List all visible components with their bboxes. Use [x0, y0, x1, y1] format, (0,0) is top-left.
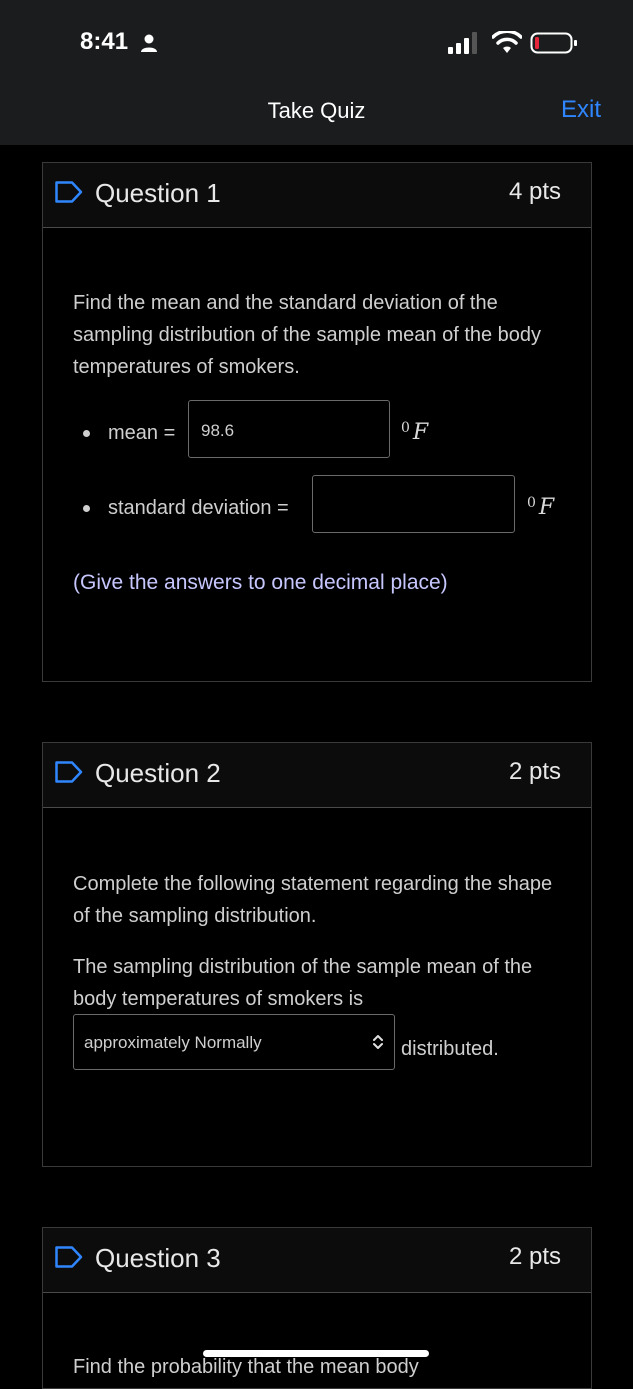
flag-question-icon[interactable]	[55, 761, 83, 783]
question-points: 2 pts	[508, 758, 561, 785]
mean-input[interactable]: 98.6	[188, 400, 390, 458]
question-prompt: Complete the following statement regardi…	[73, 873, 553, 927]
mean-label: mean =	[108, 422, 176, 444]
select-value: approximately Normally	[84, 1033, 262, 1052]
wifi-icon	[492, 31, 522, 53]
question-title: Question 3	[95, 1243, 221, 1273]
statement-suffix: distributed.	[401, 1038, 499, 1060]
home-indicator[interactable]	[203, 1350, 429, 1357]
answer-hint: (Give the answers to one decimal place)	[73, 571, 448, 594]
mean-row: mean =	[83, 422, 175, 445]
question-card-3: Question 3 2 pts Find the probability th…	[42, 1227, 592, 1389]
mean-unit: 0F	[401, 420, 429, 445]
chevron-up-down-icon	[373, 1035, 383, 1049]
bullet	[83, 505, 90, 513]
page-title: Take Quiz	[267, 98, 366, 123]
question-points: 4 pts	[508, 178, 561, 205]
question-points: 2 pts	[508, 1243, 561, 1270]
sd-label: standard deviation =	[108, 497, 289, 519]
flag-question-icon[interactable]	[55, 181, 83, 203]
question-header: Question 2 2 pts	[43, 743, 591, 808]
status-time: 8:41	[80, 28, 129, 55]
flag-question-icon[interactable]	[55, 1246, 83, 1268]
question-statement: The sampling distribution of the sample …	[73, 956, 533, 1010]
question-card-2: Question 2 2 pts Complete the following …	[42, 742, 592, 1167]
signal-icon	[448, 32, 477, 54]
exit-button[interactable]: Exit	[561, 96, 601, 124]
bullet	[83, 430, 90, 438]
battery-icon	[530, 32, 577, 54]
nav-bar: Take Quiz Exit	[0, 80, 633, 145]
mean-input-value: 98.6	[201, 421, 235, 440]
question-title: Question 1	[95, 178, 221, 208]
sd-unit: 0F	[527, 495, 555, 520]
distribution-shape-select[interactable]: approximately Normally	[73, 1014, 395, 1070]
question-prompt: Find the mean and the standard deviation…	[73, 292, 542, 378]
question-header: Question 1 4 pts	[43, 163, 591, 228]
question-header: Question 3 2 pts	[43, 1228, 591, 1293]
standard-deviation-input[interactable]	[312, 475, 515, 533]
question-title: Question 2	[95, 758, 221, 788]
question-card-1: Question 1 4 pts Find the mean and the s…	[42, 162, 592, 682]
sd-row: standard deviation =	[83, 497, 289, 520]
person-icon	[141, 34, 157, 52]
status-bar: 8:41	[0, 0, 633, 80]
